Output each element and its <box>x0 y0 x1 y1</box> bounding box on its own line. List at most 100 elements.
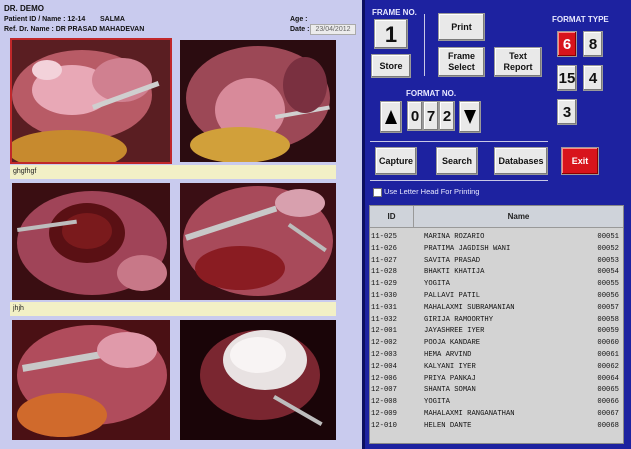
patient-id-cell: 12-008 <box>371 398 397 407</box>
patient-id-cell: 12-007 <box>371 386 397 395</box>
doctor-name: DR. DEMO <box>4 4 44 13</box>
patient-name-cell: HELEN DANTE <box>424 421 472 430</box>
table-row[interactable]: 12-007 SHANTA SOMAN 00065 <box>370 385 623 397</box>
patient-id-cell: 11-032 <box>371 315 397 324</box>
table-row[interactable]: 11-030 PALLAVI PATIL 00056 <box>370 291 623 303</box>
record-number-cell: 00059 <box>597 327 619 336</box>
capture-button[interactable]: Capture <box>375 147 417 175</box>
column-header-id[interactable]: ID <box>370 206 414 228</box>
table-row[interactable]: 11-025 MARINA ROZARIO 00051 <box>370 232 623 244</box>
format-down-button[interactable] <box>459 101 481 133</box>
format-no-label: FORMAT NO. <box>406 89 457 98</box>
endoscopy-frame-3[interactable] <box>12 183 170 300</box>
endoscopy-frame-2[interactable] <box>180 40 336 162</box>
patient-rows: 11-025 MARINA ROZARIO 00051 11-026 PRATIMA J… <box>370 232 623 433</box>
record-number-cell: 00056 <box>597 291 619 300</box>
patient-name-cell: KALYANI IYER <box>424 362 476 371</box>
text-report-button[interactable]: Text Report <box>494 47 542 77</box>
format-type-6[interactable]: 6 <box>557 31 577 57</box>
exit-button[interactable]: Exit <box>561 147 599 175</box>
table-row[interactable]: 11-026 PRATIMA JAGDISH WANI 00052 <box>370 244 623 256</box>
letterhead-label: Use Letter Head For Printing <box>384 187 480 196</box>
patient-id-cell: 12-002 <box>371 339 397 348</box>
patient-name-cell: YOGITA <box>424 280 450 289</box>
record-number-cell: 00057 <box>597 303 619 312</box>
table-row[interactable]: 12-006 PRIYA PANKAJ 00064 <box>370 374 623 386</box>
table-row[interactable]: 12-008 YOGITA 00066 <box>370 397 623 409</box>
table-row[interactable]: 11-031 MAHALAXMI SUBRAMANIAN 00057 <box>370 303 623 315</box>
patient-name-cell: GIRIJA RAMOORTHY <box>424 315 494 324</box>
divider <box>370 141 548 142</box>
table-row[interactable]: 11-032 GIRIJA RAMOORTHY 00058 <box>370 315 623 327</box>
format-digit-2: 7 <box>423 101 439 131</box>
patient-name-cell: JAYASHREE IYER <box>424 327 485 336</box>
record-number-cell: 00053 <box>597 256 619 265</box>
format-type-15[interactable]: 15 <box>557 65 577 91</box>
format-type-3[interactable]: 3 <box>557 99 577 125</box>
patient-name-cell: PRIYA PANKAJ <box>424 374 476 383</box>
format-type-8[interactable]: 8 <box>583 31 603 57</box>
format-up-button[interactable] <box>380 101 402 133</box>
record-number-cell: 00068 <box>597 421 619 430</box>
databases-button[interactable]: Databases <box>494 147 548 175</box>
patient-name-cell: MAHALAXMI RANGANATHAN <box>424 409 515 418</box>
record-number-cell: 00052 <box>597 244 619 253</box>
print-button[interactable]: Print <box>438 13 485 41</box>
record-number-cell: 00067 <box>597 409 619 418</box>
record-number-cell: 00065 <box>597 386 619 395</box>
patient-id-cell: 11-026 <box>371 244 397 253</box>
patient-id-label: Patient ID / Name : 12-14 <box>4 16 86 23</box>
endoscopy-frame-5[interactable] <box>12 320 170 440</box>
table-row[interactable]: 12-002 POOJA KANDARE 00060 <box>370 338 623 350</box>
divider <box>370 180 548 181</box>
endoscopy-frame-6[interactable] <box>180 320 336 440</box>
date-label: Date : <box>290 26 310 33</box>
patient-name-cell: PALLAVI PATIL <box>424 291 481 300</box>
patient-table: ID Name 11-025 MARINA ROZARIO 00051 11-026 P… <box>369 205 624 444</box>
patient-name-cell: SAVITA PRASAD <box>424 256 481 265</box>
endoscopy-frame-1[interactable] <box>10 38 172 164</box>
patient-name-cell: SHANTA SOMAN <box>424 386 476 395</box>
record-number-cell: 00064 <box>597 374 619 383</box>
format-type-4[interactable]: 4 <box>583 65 603 91</box>
caption-2: jhjh <box>10 302 336 316</box>
patient-name-cell: MAHALAXMI SUBRAMANIAN <box>424 303 515 312</box>
letterhead-checkbox[interactable] <box>373 188 382 197</box>
endoscopy-frame-4[interactable] <box>180 183 336 300</box>
patient-id-cell: 11-030 <box>371 291 397 300</box>
column-header-name[interactable]: Name <box>414 206 623 228</box>
table-row[interactable]: 12-004 KALYANI IYER 00062 <box>370 362 623 374</box>
table-row[interactable]: 11-027 SAVITA PRASAD 00053 <box>370 256 623 268</box>
record-number-cell: 00058 <box>597 315 619 324</box>
table-row[interactable]: 12-009 MAHALAXMI RANGANATHAN 00067 <box>370 409 623 421</box>
search-button[interactable]: Search <box>436 147 478 175</box>
table-row[interactable]: 12-010 HELEN DANTE 00068 <box>370 421 623 433</box>
date-value: 23/04/2012 <box>310 24 356 35</box>
frame-no-label: FRAME NO. <box>372 8 417 17</box>
patient-id-cell: 12-010 <box>371 421 397 430</box>
table-row[interactable]: 12-001 JAYASHREE IYER 00059 <box>370 326 623 338</box>
record-number-cell: 00060 <box>597 339 619 348</box>
patient-name-cell: YOGITA <box>424 398 450 407</box>
patient-name-cell: MARINA ROZARIO <box>424 233 485 241</box>
record-number-cell: 00055 <box>597 280 619 289</box>
record-number-cell: 00061 <box>597 350 619 359</box>
patient-id-cell: 11-031 <box>371 303 397 312</box>
report-preview: DR. DEMO Patient ID / Name : 12-14 SALMA… <box>0 0 362 449</box>
caption-1: ghgfhgf <box>10 165 336 179</box>
table-row[interactable]: 11-028 BHAKTI KHATIJA 00054 <box>370 267 623 279</box>
table-row[interactable]: 11-029 YOGITA 00055 <box>370 279 623 291</box>
patient-id-cell: 12-003 <box>371 350 397 359</box>
frame-number-display: 1 <box>374 19 408 49</box>
format-digit-1: 0 <box>407 101 423 131</box>
record-number-cell: 00051 <box>597 233 619 241</box>
arrow-down-icon <box>464 110 476 124</box>
arrow-up-icon <box>385 110 397 124</box>
table-row[interactable]: 12-003 HEMA ARVIND 00061 <box>370 350 623 362</box>
patient-id-cell: 12-009 <box>371 409 397 418</box>
patient-id-cell: 11-029 <box>371 280 397 289</box>
frame-select-button[interactable]: Frame Select <box>438 47 485 77</box>
patient-id-cell: 11-027 <box>371 256 397 265</box>
patient-name-cell: BHAKTI KHATIJA <box>424 268 485 277</box>
store-button[interactable]: Store <box>371 54 411 78</box>
